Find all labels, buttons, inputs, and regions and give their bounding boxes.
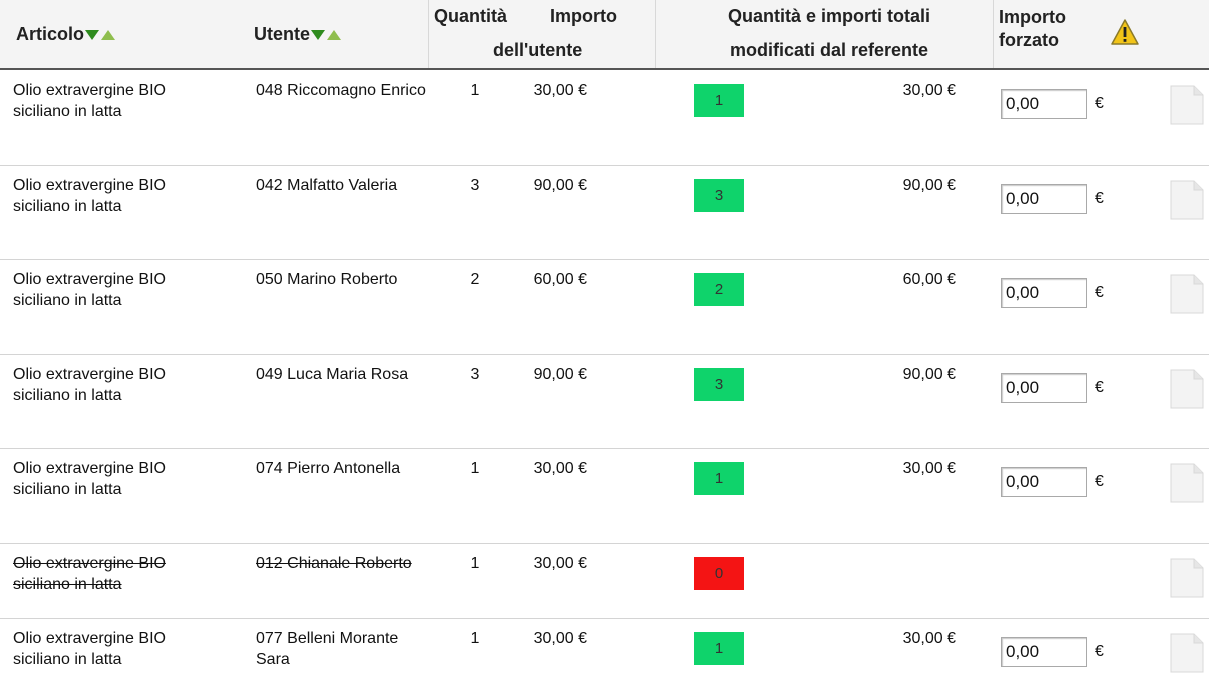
cell-totale: 30,00 € <box>902 460 956 477</box>
quantity-ref-badge[interactable]: 3 <box>694 368 744 401</box>
table-row: Olio extravergine BIO siciliano in latta… <box>0 354 1209 449</box>
quantity-ref-badge[interactable]: 1 <box>694 84 744 117</box>
cell-utente: 074 Pierro Antonella <box>256 460 401 477</box>
cell-quantita: 2 <box>470 271 480 288</box>
cell-articolo: Olio extravergine BIO siciliano in latta <box>13 366 166 404</box>
column-importo: Importo <box>550 6 617 26</box>
triangle-up-icon[interactable] <box>101 30 116 41</box>
document-icon[interactable] <box>1170 180 1204 220</box>
importo-forzato-input[interactable] <box>1001 89 1087 119</box>
cell-importo: 30,00 € <box>533 460 587 477</box>
importo-forzato-input[interactable] <box>1001 373 1087 403</box>
cell-totale: 90,00 € <box>902 177 956 194</box>
cell-importo: 30,00 € <box>533 82 587 99</box>
triangle-down-icon[interactable] <box>311 30 326 41</box>
document-icon[interactable] <box>1170 558 1204 598</box>
table-row: Olio extravergine BIO siciliano in latta… <box>0 448 1209 544</box>
importo-forzato-input[interactable] <box>1001 184 1087 214</box>
cell-quantita: 1 <box>470 630 480 647</box>
table-row: Olio extravergine BIO siciliano in latta… <box>0 70 1209 166</box>
euro-sign: € <box>1095 643 1104 660</box>
column-dellutente: dell'utente <box>493 40 583 60</box>
cell-totale: 30,00 € <box>902 82 956 99</box>
column-totali-line1: Quantità e importi totali <box>728 6 931 26</box>
cell-quantita: 1 <box>470 555 480 572</box>
cell-articolo: Olio extravergine BIO siciliano in latta <box>13 177 166 215</box>
document-icon[interactable] <box>1170 633 1204 673</box>
cell-importo: 30,00 € <box>533 555 587 572</box>
cell-totale: 60,00 € <box>902 271 956 288</box>
euro-sign: € <box>1095 473 1104 490</box>
cell-importo: 30,00 € <box>533 630 587 647</box>
cell-quantita: 3 <box>470 177 480 194</box>
table-row: Olio extravergine BIO siciliano in latta… <box>0 618 1209 676</box>
cell-utente: 049 Luca Maria Rosa <box>256 366 409 383</box>
cell-importo: 90,00 € <box>533 177 587 194</box>
euro-sign: € <box>1095 379 1104 396</box>
cell-quantita: 3 <box>470 366 480 383</box>
column-utente-label: Utente <box>254 24 311 44</box>
triangle-up-icon[interactable] <box>327 30 342 41</box>
document-icon[interactable] <box>1170 85 1204 125</box>
cell-utente: 050 Marino Roberto <box>256 271 398 288</box>
document-icon[interactable] <box>1170 274 1204 314</box>
quantity-ref-badge[interactable]: 0 <box>694 557 744 590</box>
cell-importo: 90,00 € <box>533 366 587 383</box>
cell-totale: 90,00 € <box>902 366 956 383</box>
column-forzato-line1: Importo <box>999 7 1066 27</box>
cell-utente: 012 Chianale Roberto <box>256 555 412 572</box>
column-articolo-label: Articolo <box>16 24 85 44</box>
column-articolo: Articolo <box>16 24 116 45</box>
quantity-ref-badge[interactable]: 2 <box>694 273 744 306</box>
importo-forzato-input[interactable] <box>1001 278 1087 308</box>
cell-articolo: Olio extravergine BIO siciliano in latta <box>13 555 166 593</box>
warning-icon <box>1111 19 1139 45</box>
cell-articolo: Olio extravergine BIO siciliano in latta <box>13 82 166 120</box>
importo-forzato-input[interactable] <box>1001 467 1087 497</box>
column-quantita: Quantità <box>434 6 508 26</box>
quantity-ref-badge[interactable]: 1 <box>694 632 744 665</box>
cell-articolo: Olio extravergine BIO siciliano in latta <box>13 271 166 309</box>
cell-totale: 30,00 € <box>902 630 956 647</box>
table-header: Articolo Utente Quantità Importo dell'ut… <box>0 0 1209 70</box>
column-divider <box>655 0 656 68</box>
column-utente: Utente <box>254 24 342 45</box>
cell-articolo: Olio extravergine BIO siciliano in latta <box>13 460 166 498</box>
table-row: Olio extravergine BIO siciliano in latta… <box>0 259 1209 355</box>
cell-quantita: 1 <box>470 460 480 477</box>
column-importo-forzato: Importo forzato <box>999 6 1066 52</box>
cell-utente: 048 Riccomagno Enrico <box>256 82 426 99</box>
column-divider <box>428 0 429 68</box>
importo-forzato-input[interactable] <box>1001 637 1087 667</box>
cell-utente: 042 Malfatto Valeria <box>256 177 398 194</box>
quantity-ref-badge[interactable]: 3 <box>694 179 744 212</box>
document-icon[interactable] <box>1170 369 1204 409</box>
euro-sign: € <box>1095 190 1104 207</box>
column-forzato-line2: forzato <box>999 30 1059 50</box>
euro-sign: € <box>1095 284 1104 301</box>
cell-importo: 60,00 € <box>533 271 587 288</box>
table-row: Olio extravergine BIO siciliano in latta… <box>0 543 1209 619</box>
cell-articolo: Olio extravergine BIO siciliano in latta <box>13 630 166 668</box>
column-divider <box>993 0 994 68</box>
document-icon[interactable] <box>1170 463 1204 503</box>
cell-utente: 077 Belleni Morante Sara <box>256 630 399 668</box>
euro-sign: € <box>1095 95 1104 112</box>
column-totali-line2: modificati dal referente <box>730 40 929 60</box>
triangle-down-icon[interactable] <box>85 30 100 41</box>
quantity-ref-badge[interactable]: 1 <box>694 462 744 495</box>
cell-quantita: 1 <box>470 82 480 99</box>
table-row: Olio extravergine BIO siciliano in latta… <box>0 165 1209 260</box>
